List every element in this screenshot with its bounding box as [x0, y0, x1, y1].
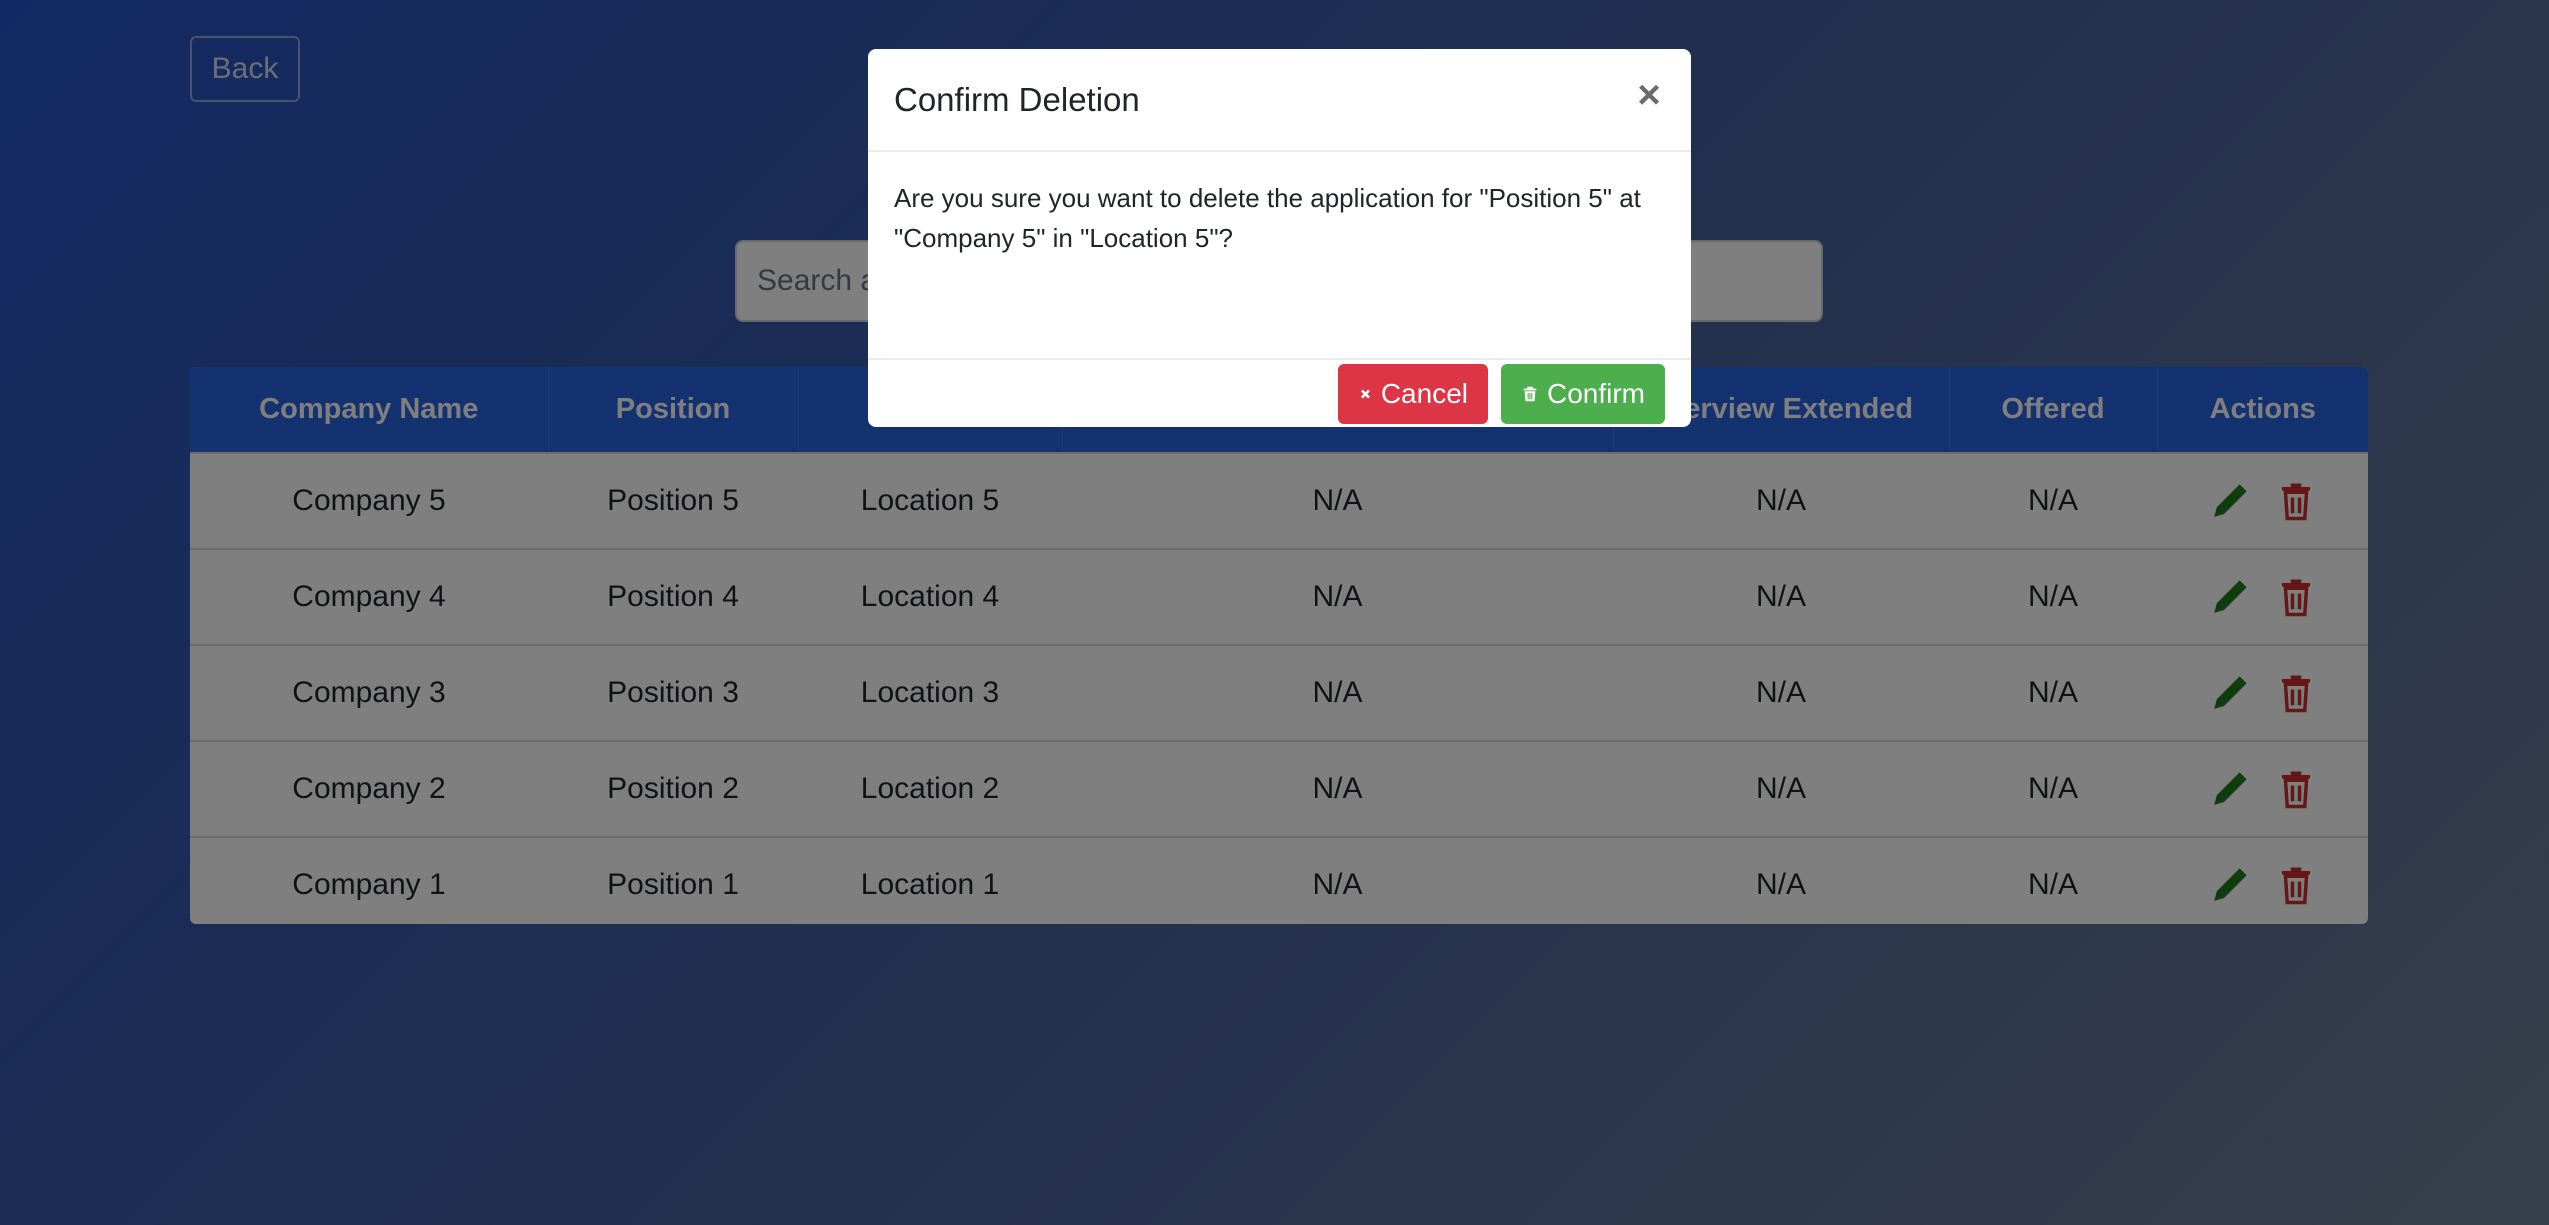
- cancel-button[interactable]: Cancel: [1338, 363, 1488, 424]
- confirm-button[interactable]: Confirm: [1501, 363, 1665, 424]
- modal-message: Are you sure you want to delete the appl…: [868, 152, 1691, 360]
- page: Back Company Name Position Location Date…: [0, 0, 2549, 1225]
- confirm-label: Confirm: [1546, 377, 1645, 409]
- close-button[interactable]: ×: [1631, 75, 1667, 115]
- trash-icon: [1523, 386, 1537, 401]
- confirm-deletion-modal: Confirm Deletion × Are you sure you want…: [868, 49, 1691, 427]
- x-icon: [1360, 389, 1370, 398]
- modal-footer: Cancel Confirm: [868, 360, 1691, 427]
- modal-header: Confirm Deletion ×: [868, 49, 1691, 152]
- cancel-label: Cancel: [1380, 377, 1468, 409]
- modal-title: Confirm Deletion: [894, 80, 1140, 118]
